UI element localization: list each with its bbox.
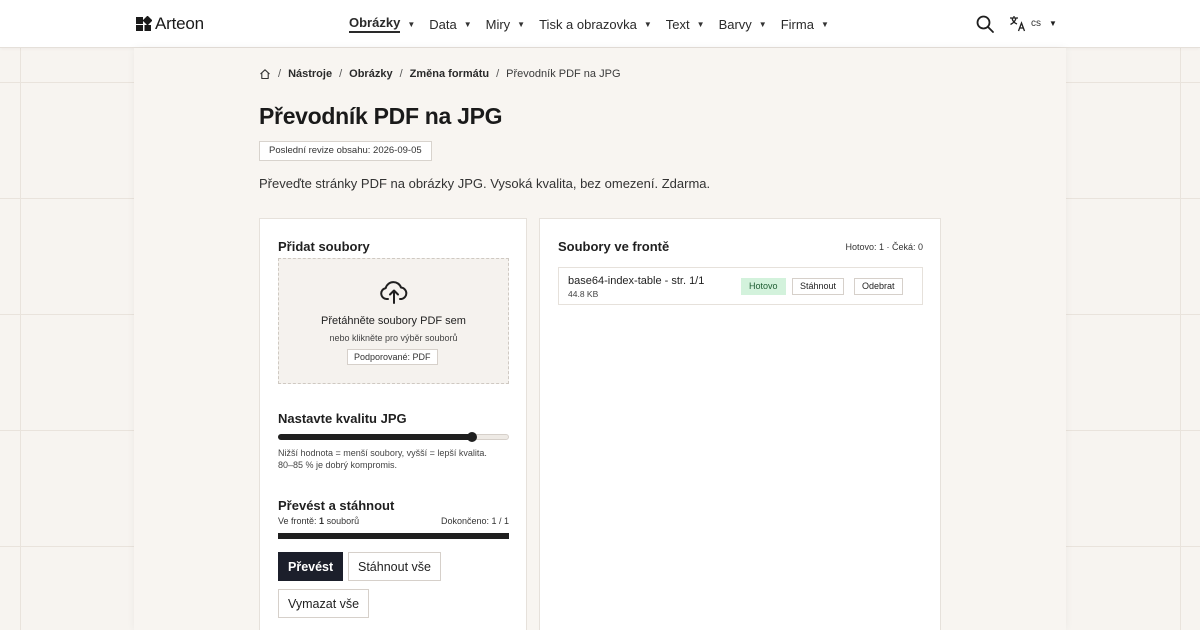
- brand-name: Arteon: [155, 14, 204, 33]
- upload-settings-panel: Přidat soubory Přetáhněte soubory PDF se…: [259, 218, 527, 630]
- breadcrumb-separator: /: [339, 68, 343, 80]
- queue-heading: Soubory ve frontě: [558, 239, 670, 254]
- nav-item-label: Obrázky: [349, 15, 401, 33]
- nav-item-label: Barvy: [718, 16, 752, 32]
- file-dropzone[interactable]: Přetáhněte soubory PDF sem nebo klikněte…: [278, 258, 509, 384]
- supported-formats-badge: Podporované: PDF: [347, 349, 438, 365]
- progress-fill: [278, 533, 509, 539]
- nav-item-tisk-a-obrazovka[interactable]: Tisk a obrazovka ▼: [539, 17, 652, 32]
- brand-logo[interactable]: Arteon: [136, 14, 204, 34]
- quality-hint: Nižší hodnota = menší soubory, vyšší = l…: [278, 447, 513, 471]
- main-content: / Nástroje / Obrázky / Změna formátu / P…: [134, 48, 1066, 630]
- nav-item-label: Miry: [485, 16, 511, 32]
- slider-thumb[interactable]: [467, 432, 478, 442]
- list-item: base64-index-table - str. 1/1 44.8 KB Ho…: [558, 267, 923, 305]
- remove-file-button[interactable]: Odebrat: [854, 278, 903, 295]
- caret-down-icon: ▼: [517, 19, 526, 29]
- caret-down-icon: ▼: [463, 19, 472, 29]
- completed-count: Dokončeno: 1 / 1: [440, 516, 509, 526]
- conversion-progress-bar: [278, 533, 509, 539]
- breadcrumb-separator: /: [399, 68, 403, 80]
- nav-item-data[interactable]: Data ▼: [429, 17, 471, 32]
- file-name: base64-index-table - str. 1/1: [568, 275, 705, 287]
- convert-button[interactable]: Převést: [278, 552, 344, 581]
- breadcrumb-link-zmena-formatu[interactable]: Změna formátu: [410, 68, 489, 80]
- cloud-upload-icon: [380, 281, 408, 304]
- queue-count: 1: [319, 516, 325, 526]
- queue-stats: Hotovo: 1 · Čeká: 0: [845, 242, 923, 252]
- nav-item-label: Firma: [780, 16, 814, 32]
- nav-item-label: Data: [429, 16, 457, 32]
- main-menu: Obrázky ▼ Data ▼ Miry ▼ Tisk a obrazovka…: [349, 15, 843, 33]
- caret-down-icon: ▼: [758, 19, 767, 29]
- page-intro: Převeďte stránky PDF na obrázky JPG. Vys…: [259, 176, 711, 191]
- file-queue-panel: Soubory ve frontě Hotovo: 1 · Čeká: 0 ba…: [539, 218, 941, 630]
- nav-item-label: Tisk a obrazovka: [539, 16, 637, 32]
- nav-item-barvy[interactable]: Barvy ▼: [719, 17, 767, 32]
- caret-down-icon: ▼: [1049, 19, 1057, 28]
- nav-item-text[interactable]: Text ▼: [666, 17, 705, 32]
- queue-suffix: souborů: [326, 516, 360, 526]
- caret-down-icon: ▼: [407, 19, 416, 29]
- caret-down-icon: ▼: [643, 19, 652, 29]
- clear-all-button[interactable]: Vymazat vše: [278, 589, 370, 618]
- breadcrumb-link-nastroje[interactable]: Nástroje: [288, 68, 332, 80]
- slider-fill: [278, 434, 473, 440]
- language-selector[interactable]: cs ▼: [1009, 15, 1057, 32]
- page-title: Převodník PDF na JPG: [259, 103, 503, 129]
- search-icon[interactable]: [975, 14, 995, 34]
- file-size: 44.8 KB: [568, 289, 599, 299]
- quality-slider[interactable]: [278, 431, 509, 443]
- quality-heading: Nastavte kvalitu JPG: [278, 411, 407, 426]
- nav-item-obrazky[interactable]: Obrázky ▼: [349, 15, 415, 33]
- top-navigation: Arteon Obrázky ▼ Data ▼ Miry ▼ Tisk a ob…: [0, 0, 1200, 48]
- breadcrumb-separator: /: [496, 68, 500, 80]
- download-all-button[interactable]: Stáhnout vše: [348, 552, 441, 581]
- convert-heading: Převést a stáhnout: [278, 498, 395, 513]
- quality-hint-line: Nižší hodnota = menší soubory, vyšší = l…: [278, 448, 487, 458]
- queue-prefix: Ve frontě:: [278, 516, 317, 526]
- quality-hint-line: 80–85 % je dobrý kompromis.: [278, 460, 398, 470]
- breadcrumb-link-obrazky[interactable]: Obrázky: [349, 68, 392, 80]
- translate-icon: [1010, 16, 1026, 32]
- add-files-heading: Přidat soubory: [278, 239, 370, 254]
- arteon-logo-icon: [136, 16, 152, 31]
- nav-item-label: Text: [665, 16, 690, 32]
- language-code: cs: [1031, 18, 1041, 29]
- revision-badge: Poslední revize obsahu: 2026-09-05: [259, 141, 432, 161]
- dropzone-title: Přetáhněte soubory PDF sem: [321, 315, 466, 327]
- breadcrumb-current: Převodník PDF na JPG: [506, 68, 621, 80]
- nav-item-firma[interactable]: Firma ▼: [781, 17, 829, 32]
- nav-item-miry[interactable]: Miry ▼: [486, 17, 525, 32]
- home-icon[interactable]: [259, 68, 271, 80]
- dropzone-subtitle: nebo klikněte pro výběr souborů: [329, 333, 458, 343]
- download-file-button[interactable]: Stáhnout: [792, 278, 845, 295]
- breadcrumb-separator: /: [278, 68, 282, 80]
- status-badge: Hotovo: [741, 278, 786, 295]
- caret-down-icon: ▼: [696, 19, 705, 29]
- queue-summary: Ve frontě: 1 souborů Dokončeno: 1 / 1: [278, 516, 509, 526]
- caret-down-icon: ▼: [820, 19, 829, 29]
- breadcrumb: / Nástroje / Obrázky / Změna formátu / P…: [259, 68, 621, 80]
